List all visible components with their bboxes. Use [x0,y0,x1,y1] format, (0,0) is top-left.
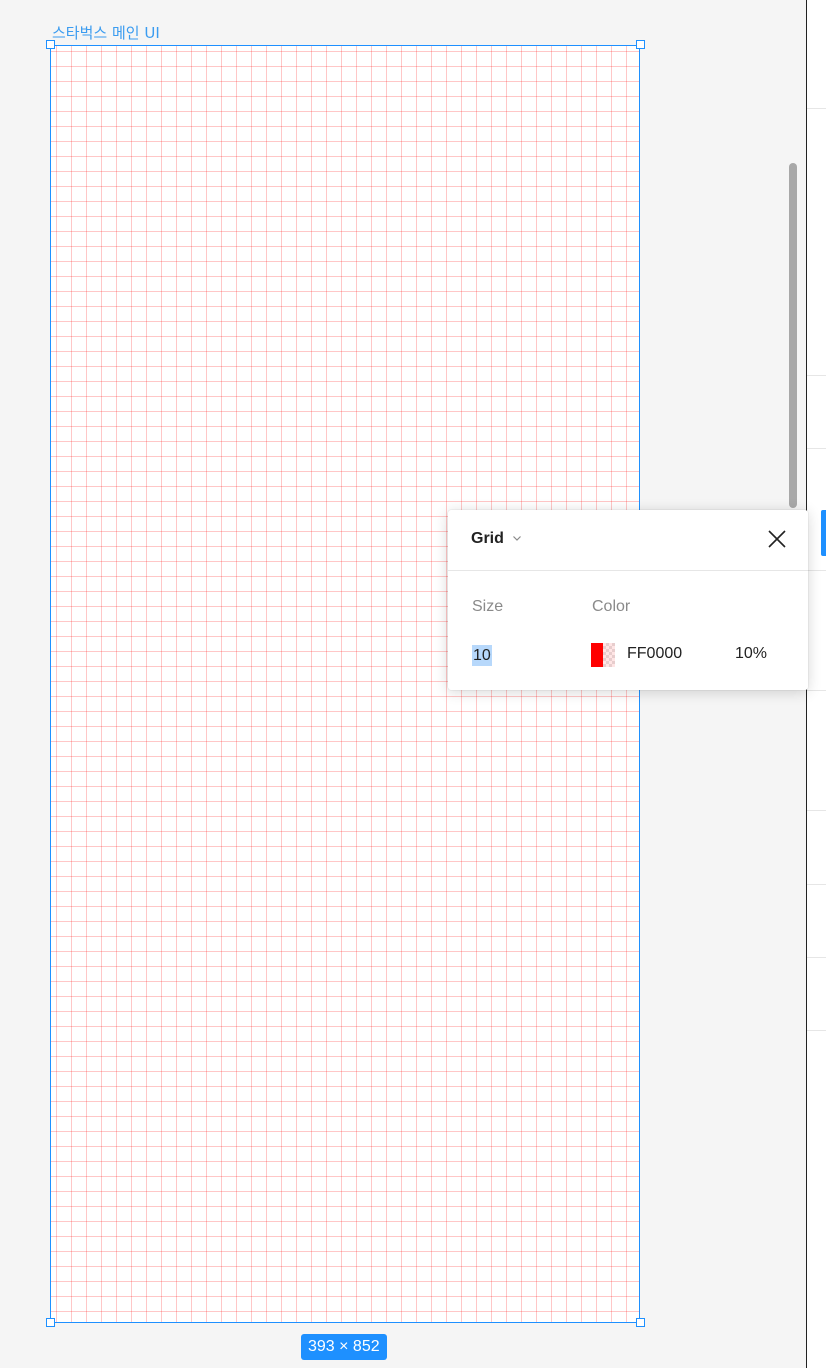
panel-divider [807,1030,826,1031]
panel-divider [807,448,826,449]
panel-divider [807,570,826,571]
vertical-scrollbar[interactable] [789,163,797,508]
frame-size-badge: 393 × 852 [301,1334,387,1360]
swatch-alpha-part [603,643,615,667]
panel-divider [807,375,826,376]
color-hex-input[interactable]: FF0000 [627,645,682,663]
size-label: Size [472,598,504,615]
panel-divider [807,690,826,691]
properties-panel [806,0,826,1368]
swatch-solid-part [591,643,603,667]
panel-active-indicator[interactable] [821,510,826,556]
grid-size-input[interactable]: 10 [472,645,492,666]
chevron-down-icon[interactable] [511,532,523,544]
popover-header: Grid [448,510,808,571]
panel-divider [807,108,826,109]
layout-grid-popover: Grid Size Color 10 FF0000 10% [448,510,808,690]
resize-handle-bottom-right[interactable] [636,1318,645,1327]
panel-divider [807,810,826,811]
grid-type-dropdown[interactable]: Grid [471,530,504,548]
panel-divider [807,884,826,885]
panel-divider [807,957,826,958]
resize-handle-top-left[interactable] [46,40,55,49]
resize-handle-bottom-left[interactable] [46,1318,55,1327]
color-label: Color [592,598,631,615]
color-opacity-input[interactable]: 10% [735,645,767,663]
resize-handle-top-right[interactable] [636,40,645,49]
color-swatch[interactable] [591,643,615,667]
frame-name-label[interactable]: 스타벅스 메인 UI [52,22,160,43]
close-icon[interactable] [766,528,788,550]
